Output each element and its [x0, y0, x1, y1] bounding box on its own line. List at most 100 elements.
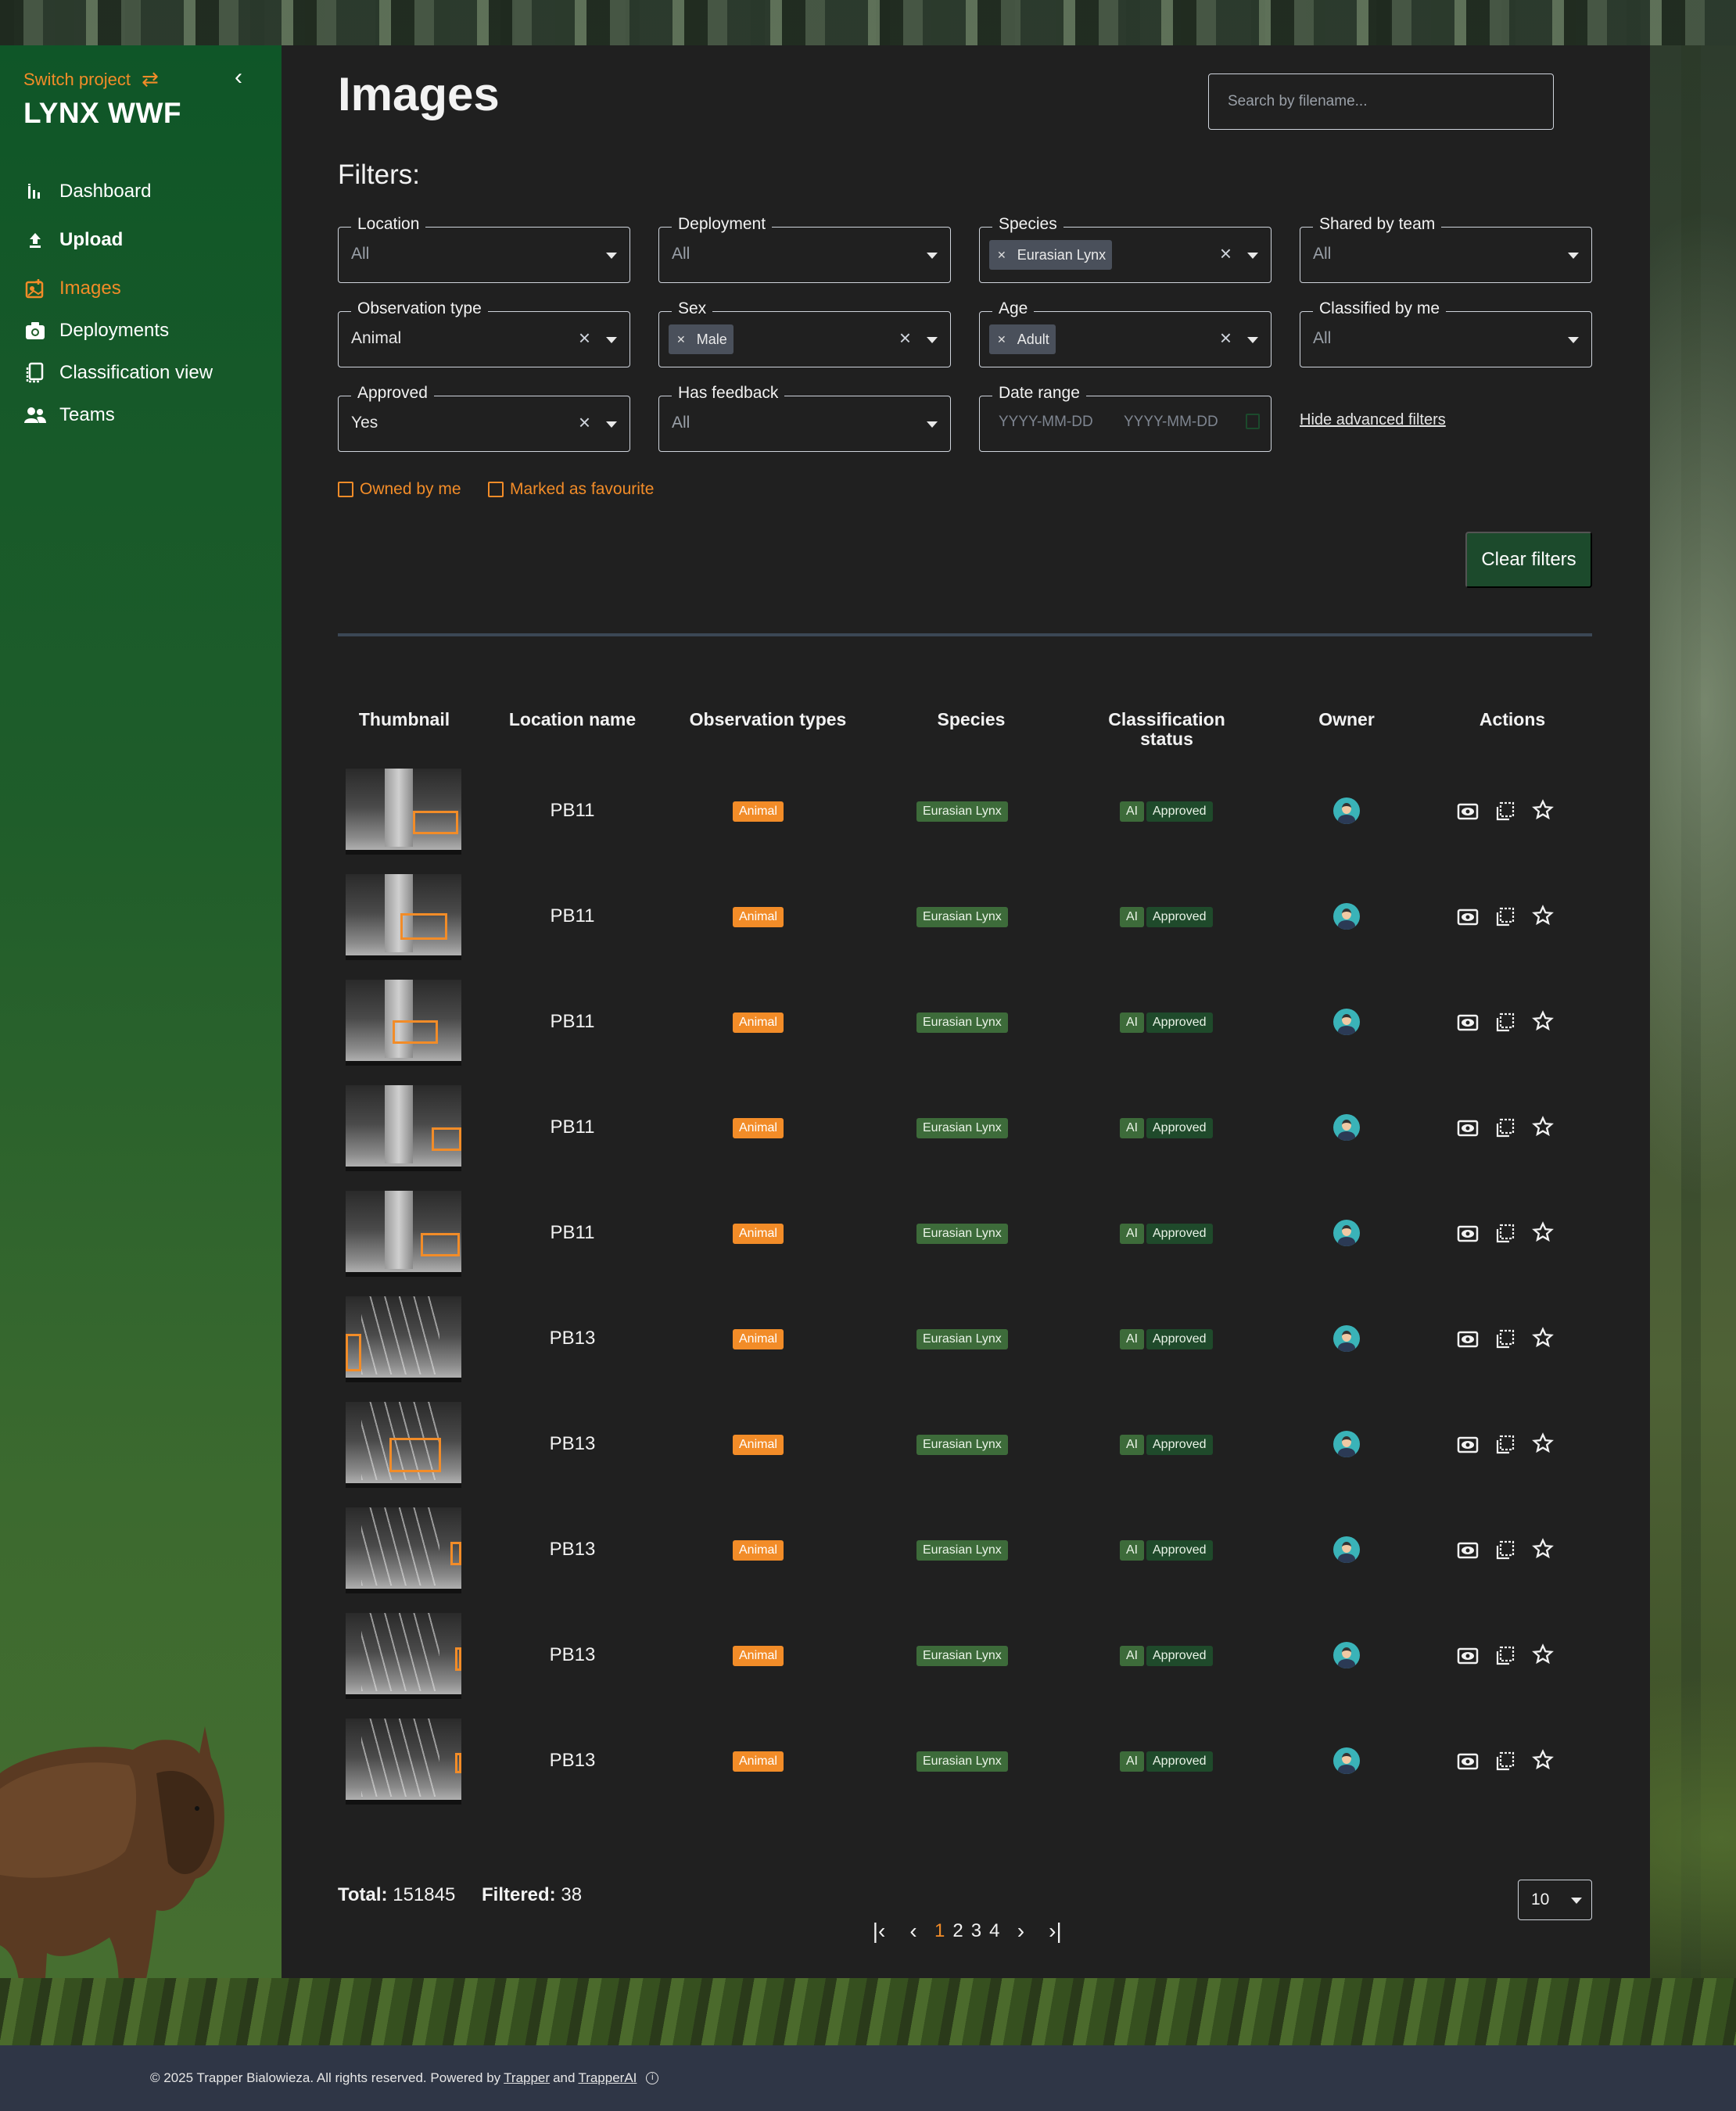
owner-avatar[interactable]: [1333, 903, 1360, 930]
owner-avatar[interactable]: [1333, 1642, 1360, 1668]
classify-icon[interactable]: [1494, 1433, 1517, 1457]
view-icon[interactable]: [1456, 1328, 1480, 1351]
collapse-sidebar-icon[interactable]: ‹: [235, 64, 242, 91]
owner-avatar[interactable]: [1333, 1431, 1360, 1457]
favourite-star-icon[interactable]: [1531, 1220, 1555, 1244]
view-icon[interactable]: [1456, 1539, 1480, 1562]
dropdown-caret-icon[interactable]: [927, 337, 938, 343]
owner-avatar[interactable]: [1333, 1747, 1360, 1774]
chip-remove-icon[interactable]: ✕: [997, 249, 1006, 262]
dropdown-caret-icon[interactable]: [1568, 337, 1579, 343]
favourite-star-icon[interactable]: [1531, 798, 1555, 822]
classify-icon[interactable]: [1494, 1750, 1517, 1773]
dropdown-caret-icon[interactable]: [1568, 253, 1579, 259]
thumbnail-image[interactable]: [346, 1402, 461, 1488]
favourite-star-icon[interactable]: [1531, 1537, 1555, 1561]
clear-filters-button[interactable]: Clear filters: [1465, 532, 1592, 588]
clear-icon[interactable]: ×: [1220, 242, 1232, 266]
classify-icon[interactable]: [1494, 1328, 1517, 1351]
favourite-star-icon[interactable]: [1531, 1432, 1555, 1455]
date-from-input[interactable]: YYYY-MM-DD: [999, 414, 1093, 431]
sex-filter[interactable]: Sex ✕ Male ×: [658, 299, 951, 367]
checkbox-box[interactable]: [488, 482, 504, 497]
classify-icon[interactable]: [1494, 905, 1517, 929]
has-feedback-filter[interactable]: Has feedback All: [658, 384, 951, 452]
dropdown-caret-icon[interactable]: [606, 337, 617, 343]
favourite-star-icon[interactable]: [1531, 904, 1555, 927]
view-icon[interactable]: [1456, 1222, 1480, 1245]
classify-icon[interactable]: [1494, 1011, 1517, 1034]
thumbnail-image[interactable]: [346, 1719, 461, 1805]
sidebar-item-classification-view[interactable]: Classification view: [23, 352, 213, 394]
owner-avatar[interactable]: [1333, 1009, 1360, 1035]
hide-advanced-filters-link[interactable]: Hide advanced filters: [1300, 411, 1446, 429]
last-page-icon[interactable]: ›|: [1039, 1919, 1071, 1944]
classify-icon[interactable]: [1494, 1116, 1517, 1140]
page-size-select[interactable]: 10: [1518, 1880, 1592, 1920]
deployment-filter[interactable]: Deployment All: [658, 215, 951, 283]
previous-page-icon[interactable]: ‹: [898, 1919, 929, 1944]
favourite-star-icon[interactable]: [1531, 1009, 1555, 1033]
sidebar-item-deployments[interactable]: Deployments: [23, 310, 213, 352]
dropdown-caret-icon[interactable]: [1571, 1898, 1582, 1904]
classified-by-me-filter[interactable]: Classified by me All: [1300, 299, 1592, 367]
favourite-star-icon[interactable]: [1531, 1326, 1555, 1349]
view-icon[interactable]: [1456, 1644, 1480, 1668]
sidebar-item-dashboard[interactable]: Dashboard: [23, 170, 213, 213]
view-icon[interactable]: [1456, 1011, 1480, 1034]
classify-icon[interactable]: [1494, 1539, 1517, 1562]
next-page-icon[interactable]: ›: [1005, 1919, 1036, 1944]
thumbnail-image[interactable]: [346, 874, 461, 960]
trapperai-link[interactable]: TrapperAI: [578, 2070, 637, 2086]
thumbnail-image[interactable]: [346, 1613, 461, 1699]
dropdown-caret-icon[interactable]: [606, 253, 617, 259]
info-icon[interactable]: i: [646, 2072, 659, 2084]
chip-remove-icon[interactable]: ✕: [676, 333, 686, 346]
view-icon[interactable]: [1456, 1433, 1480, 1457]
shared-by-team-filter[interactable]: Shared by team All: [1300, 215, 1592, 283]
view-icon[interactable]: [1456, 905, 1480, 929]
favourite-star-icon[interactable]: [1531, 1643, 1555, 1666]
sidebar-item-teams[interactable]: Teams: [23, 394, 213, 436]
dropdown-caret-icon[interactable]: [927, 421, 938, 428]
owner-avatar[interactable]: [1333, 1325, 1360, 1352]
clear-icon[interactable]: ×: [899, 326, 911, 350]
chip-remove-icon[interactable]: ✕: [997, 333, 1006, 346]
page-number[interactable]: 3: [969, 1920, 984, 1942]
checkbox-box[interactable]: [338, 482, 353, 497]
dropdown-caret-icon[interactable]: [1247, 337, 1258, 343]
date-range-filter[interactable]: Date range YYYY-MM-DD YYYY-MM-DD: [979, 384, 1272, 452]
thumbnail-image[interactable]: [346, 1507, 461, 1593]
observation-type-filter[interactable]: Observation type Animal ×: [338, 299, 630, 367]
thumbnail-image[interactable]: [346, 1085, 461, 1171]
thumbnail-image[interactable]: [346, 980, 461, 1066]
classify-icon[interactable]: [1494, 1222, 1517, 1245]
trapper-link[interactable]: Trapper: [504, 2070, 550, 2086]
location-filter[interactable]: Location All: [338, 215, 630, 283]
clear-icon[interactable]: ×: [1220, 326, 1232, 350]
owned-by-me-checkbox[interactable]: Owned by me: [338, 480, 461, 499]
favourite-star-icon[interactable]: [1531, 1748, 1555, 1772]
favourite-star-icon[interactable]: [1531, 1115, 1555, 1138]
dropdown-caret-icon[interactable]: [927, 253, 938, 259]
dropdown-caret-icon[interactable]: [606, 421, 617, 428]
switch-project-link[interactable]: Switch project ⇄: [23, 67, 159, 91]
page-number[interactable]: 1: [932, 1920, 947, 1942]
thumbnail-image[interactable]: [346, 769, 461, 855]
approved-filter[interactable]: Approved Yes ×: [338, 384, 630, 452]
page-number[interactable]: 2: [950, 1920, 965, 1942]
view-icon[interactable]: [1456, 800, 1480, 823]
date-to-input[interactable]: YYYY-MM-DD: [1124, 414, 1218, 431]
first-page-icon[interactable]: |‹: [863, 1919, 895, 1944]
view-icon[interactable]: [1456, 1750, 1480, 1773]
dropdown-caret-icon[interactable]: [1247, 253, 1258, 259]
owner-avatar[interactable]: [1333, 1114, 1360, 1141]
thumbnail-image[interactable]: [346, 1191, 461, 1277]
search-input[interactable]: Search by filename...: [1208, 73, 1554, 130]
owner-avatar[interactable]: [1333, 1536, 1360, 1563]
classify-icon[interactable]: [1494, 1644, 1517, 1668]
page-number[interactable]: 4: [987, 1920, 1002, 1942]
classify-icon[interactable]: [1494, 800, 1517, 823]
age-filter[interactable]: Age ✕ Adult ×: [979, 299, 1272, 367]
clear-icon[interactable]: ×: [579, 326, 590, 350]
